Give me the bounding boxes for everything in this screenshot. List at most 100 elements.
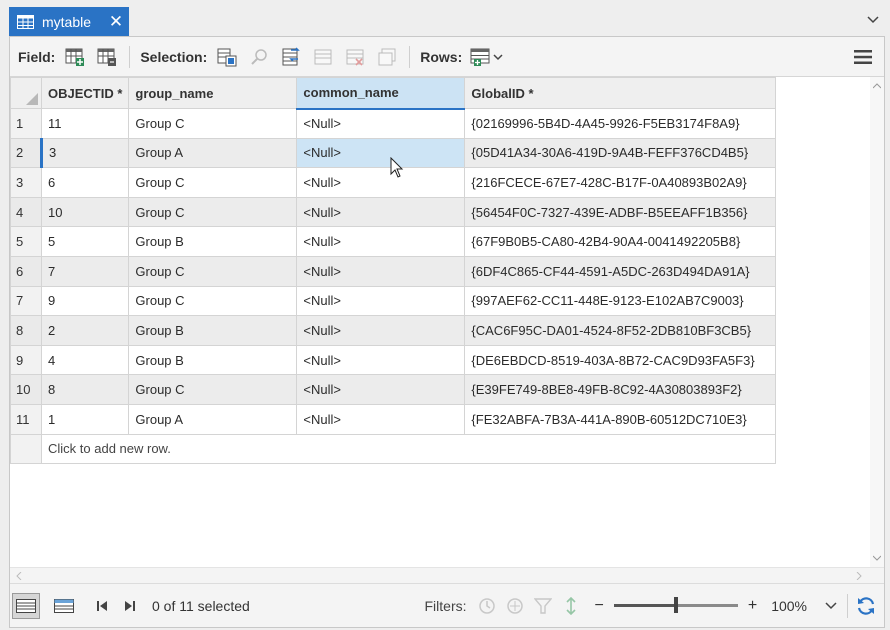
select-all-corner[interactable] [10, 77, 42, 109]
scroll-right-icon[interactable] [856, 572, 862, 580]
zoom-slider-thumb[interactable] [673, 597, 678, 613]
table-row[interactable]: 7 9 Group C <Null> {997AEF62-CC11-448E-9123-… [10, 285, 777, 317]
chevron-down-icon[interactable] [866, 12, 880, 26]
cell-group-name[interactable]: Group B [128, 226, 298, 257]
cell-objectid[interactable]: 11 [40, 108, 130, 139]
cell-common-name[interactable]: <Null> [296, 137, 466, 169]
add-field-icon[interactable] [63, 45, 87, 69]
cell-group-name[interactable]: Group C [128, 196, 298, 228]
switch-selection-icon[interactable] [279, 45, 303, 69]
row-number[interactable]: 3 [10, 167, 42, 198]
cell-globalid[interactable]: {997AEF62-CC11-448E-9123-E102AB7C9003} [464, 285, 777, 317]
cell-common-name[interactable]: <Null> [296, 285, 466, 317]
cell-globalid[interactable]: {DE6EBDCD-8519-403A-8B72-CAC9D93FA5F3} [464, 344, 777, 376]
delete-selection-icon[interactable] [343, 45, 367, 69]
cell-common-name[interactable]: <Null> [296, 196, 466, 228]
column-header-common-name[interactable]: common_name [296, 77, 466, 110]
menu-icon[interactable] [854, 49, 872, 65]
cell-objectid[interactable]: 10 [40, 196, 130, 228]
row-number[interactable]: 1 [10, 108, 42, 139]
scroll-up-icon[interactable] [873, 83, 881, 89]
cell-objectid[interactable]: 4 [40, 344, 130, 376]
copy-selection-icon[interactable] [375, 45, 399, 69]
zoom-in-button[interactable]: + [748, 597, 757, 615]
zoom-slider[interactable] [613, 597, 738, 613]
cell-group-name[interactable]: Group C [128, 285, 298, 317]
zoom-out-button[interactable]: − [595, 597, 604, 615]
cell-globalid[interactable]: {6DF4C865-CF44-4591-A5DC-263D494DA91A} [464, 255, 777, 287]
cell-common-name[interactable]: <Null> [296, 167, 466, 198]
extent-filter-button[interactable] [501, 593, 529, 619]
table-row[interactable]: 4 10 Group C <Null> {56454F0C-7327-439E-ADBF… [10, 196, 777, 228]
row-number[interactable]: 7 [10, 285, 42, 317]
cell-globalid[interactable]: {67F9B0B5-CA80-42B4-90A4-0041492205B8} [464, 226, 777, 257]
definition-query-button[interactable] [529, 593, 557, 619]
row-number[interactable]: 8 [10, 315, 42, 346]
sort-button[interactable] [557, 593, 585, 619]
row-number[interactable]: 2 [10, 137, 43, 169]
time-filter-button[interactable] [473, 593, 501, 619]
cell-globalid[interactable]: {02169996-5B4D-4A45-9926-F5EB3174F8A9} [464, 108, 777, 139]
cell-common-name[interactable]: <Null> [296, 315, 466, 346]
scroll-down-icon[interactable] [873, 555, 881, 561]
cell-objectid[interactable]: 7 [40, 255, 130, 287]
horizontal-scrollbar[interactable] [10, 567, 884, 583]
zoom-to-selection-icon[interactable] [247, 45, 271, 69]
row-number[interactable]: 6 [10, 255, 42, 287]
table-row[interactable]: 11 1 Group A <Null> {FE32ABFA-7B3A-441A-890B… [10, 403, 777, 435]
cell-group-name[interactable]: Group C [128, 167, 298, 198]
vertical-scrollbar[interactable] [870, 77, 884, 567]
show-selected-records-button[interactable] [50, 593, 78, 619]
table-row[interactable]: 10 8 Group C <Null> {E39FE749-8BE8-49FB-8C92… [10, 374, 777, 405]
cell-objectid[interactable]: 1 [40, 403, 130, 435]
zoom-dropdown-chevron-icon[interactable] [825, 601, 837, 611]
column-header-objectid[interactable]: OBJECTID * [40, 77, 130, 109]
last-record-button[interactable] [116, 593, 144, 619]
first-record-button[interactable] [88, 593, 116, 619]
cell-objectid[interactable]: 5 [40, 226, 130, 257]
cell-common-name[interactable]: <Null> [296, 255, 466, 287]
cell-globalid[interactable]: {05D41A34-30A6-419D-9A4B-FEFF376CD4B5} [464, 137, 777, 169]
clear-selection-icon[interactable] [311, 45, 335, 69]
cell-globalid[interactable]: {CAC6F95C-DA01-4524-8F52-2DB810BF3CB5} [464, 315, 777, 346]
add-row[interactable]: Click to add new row. [10, 433, 777, 465]
cell-globalid[interactable]: {E39FE749-8BE8-49FB-8C92-4A30803893F2} [464, 374, 777, 405]
cell-objectid[interactable]: 8 [40, 374, 130, 405]
table-row[interactable]: 1 11 Group C <Null> {02169996-5B4D-4A45-9926… [10, 108, 777, 139]
row-number[interactable]: 11 [10, 403, 42, 435]
add-row-prompt[interactable]: Click to add new row. [40, 433, 777, 465]
cell-common-name[interactable]: <Null> [296, 344, 466, 376]
cell-globalid[interactable]: {FE32ABFA-7B3A-441A-890B-60512DC710E3} [464, 403, 777, 435]
cell-common-name[interactable]: <Null> [296, 374, 466, 405]
cell-objectid[interactable]: 9 [40, 285, 130, 317]
select-by-attributes-icon[interactable] [215, 45, 239, 69]
add-row-icon[interactable] [470, 45, 506, 69]
cell-group-name[interactable]: Group B [128, 344, 298, 376]
table-row[interactable]: 5 5 Group B <Null> {67F9B0B5-CA80-42B4-90A4-… [10, 226, 777, 257]
cell-common-name[interactable]: <Null> [296, 226, 466, 257]
row-number[interactable]: 9 [10, 344, 42, 376]
show-all-records-button[interactable] [12, 592, 40, 619]
column-header-group-name[interactable]: group_name [128, 77, 298, 109]
table-row[interactable]: 6 7 Group C <Null> {6DF4C865-CF44-4591-A5DC-… [10, 255, 777, 287]
zoom-level-value[interactable]: 100% [771, 598, 807, 614]
cell-globalid[interactable]: {216FCECE-67E7-428C-B17F-0A40893B02A9} [464, 167, 777, 198]
row-number[interactable]: 4 [10, 196, 42, 228]
cell-objectid[interactable]: 2 [40, 315, 130, 346]
cell-group-name[interactable]: Group C [128, 108, 298, 139]
row-number[interactable]: 5 [10, 226, 42, 257]
cell-group-name[interactable]: Group A [128, 137, 298, 169]
scroll-left-icon[interactable] [16, 572, 22, 580]
cell-objectid[interactable]: 3 [40, 137, 130, 169]
tab-mytable[interactable]: mytable ✕ [9, 7, 129, 36]
cell-group-name[interactable]: Group C [128, 255, 298, 287]
cell-group-name[interactable]: Group A [128, 403, 298, 435]
cell-common-name[interactable]: <Null> [296, 403, 466, 435]
cell-common-name[interactable]: <Null> [296, 108, 466, 139]
calculate-field-icon[interactable] [95, 45, 119, 69]
table-row[interactable]: 8 2 Group B <Null> {CAC6F95C-DA01-4524-8F52-… [10, 315, 777, 346]
row-number[interactable]: 10 [10, 374, 42, 405]
cell-objectid[interactable]: 6 [40, 167, 130, 198]
table-row[interactable]: 9 4 Group B <Null> {DE6EBDCD-8519-403A-8B72-… [10, 344, 777, 376]
refresh-button[interactable] [852, 593, 880, 619]
